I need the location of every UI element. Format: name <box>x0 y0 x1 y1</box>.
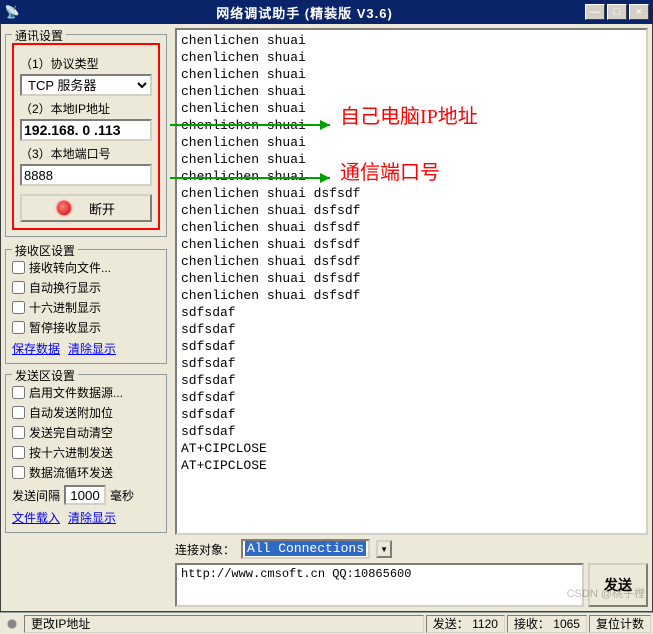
comm-settings-group: 通讯设置 （1）协议类型 TCP 服务器 （2）本地IP地址 （3）本地端口号 … <box>5 34 167 237</box>
app-icon: 📡 <box>4 4 20 20</box>
maximize-button[interactable]: □ <box>607 4 627 20</box>
status-dot-icon <box>57 201 71 215</box>
watermark: CSDN @桃子樘 <box>567 585 645 601</box>
ip-input[interactable] <box>20 119 152 141</box>
titlebar: 📡 网络调试助手 (精装版 V3.6) — □ × <box>0 0 653 24</box>
conn-select[interactable]: All Connections <box>241 539 370 559</box>
interval-unit: 毫秒 <box>110 487 134 504</box>
port-label: （3）本地端口号 <box>20 145 152 162</box>
status-changeip[interactable]: 更改IP地址 <box>24 615 424 633</box>
tx-settings-group: 发送区设置 启用文件数据源... 自动发送附加位 发送完自动清空 按十六进制发送… <box>5 374 167 533</box>
tx-hex-checkbox[interactable] <box>12 446 25 459</box>
status-reset[interactable]: 复位计数 <box>589 615 651 633</box>
conn-dropdown-icon[interactable]: ▼ <box>376 540 392 558</box>
tx-filesrc-checkbox[interactable] <box>12 386 25 399</box>
minimize-button[interactable]: — <box>585 4 605 20</box>
close-button[interactable]: × <box>629 4 649 20</box>
status-bar: 更改IP地址 发送： 1120 接收： 1065 复位计数 <box>0 612 653 634</box>
protocol-label: （1）协议类型 <box>20 55 152 72</box>
rx-to-file-checkbox[interactable] <box>12 261 25 274</box>
tx-autoclr-checkbox[interactable] <box>12 426 25 439</box>
left-panel: 通讯设置 （1）协议类型 TCP 服务器 （2）本地IP地址 （3）本地端口号 … <box>1 24 171 611</box>
gear-icon[interactable] <box>4 616 20 632</box>
interval-label: 发送间隔 <box>12 487 60 504</box>
rx-clear-link[interactable]: 清除显示 <box>68 340 116 357</box>
send-input[interactable]: http://www.cmsoft.cn QQ:10865600 <box>175 563 584 607</box>
rx-save-link[interactable]: 保存数据 <box>12 340 60 357</box>
status-recv: 接收： 1065 <box>507 615 587 633</box>
disconnect-button[interactable]: 断开 <box>20 194 152 222</box>
right-panel: chenlichen shuai chenlichen shuai chenli… <box>171 24 652 611</box>
rx-legend: 接收区设置 <box>12 242 78 259</box>
tx-loop-checkbox[interactable] <box>12 466 25 479</box>
rx-hex-checkbox[interactable] <box>12 301 25 314</box>
tx-clear-link[interactable]: 清除显示 <box>68 509 116 526</box>
log-textarea[interactable]: chenlichen shuai chenlichen shuai chenli… <box>175 28 648 535</box>
tx-legend: 发送区设置 <box>12 367 78 384</box>
tx-fileload-link[interactable]: 文件载入 <box>12 509 60 526</box>
protocol-select[interactable]: TCP 服务器 <box>20 74 152 96</box>
comm-legend: 通讯设置 <box>12 27 66 44</box>
interval-input[interactable] <box>64 485 106 505</box>
highlight-box: （1）协议类型 TCP 服务器 （2）本地IP地址 （3）本地端口号 断开 <box>12 43 160 230</box>
port-input[interactable] <box>20 164 152 186</box>
rx-autowrap-checkbox[interactable] <box>12 281 25 294</box>
ip-label: （2）本地IP地址 <box>20 100 152 117</box>
status-sent: 发送： 1120 <box>426 615 505 633</box>
window-title: 网络调试助手 (精装版 V3.6) <box>24 3 585 22</box>
rx-settings-group: 接收区设置 接收转向文件... 自动换行显示 十六进制显示 暂停接收显示 保存数… <box>5 249 167 364</box>
tx-autoappend-checkbox[interactable] <box>12 406 25 419</box>
conn-label: 连接对象： <box>175 541 235 558</box>
disconnect-label: 断开 <box>89 199 115 218</box>
rx-pause-checkbox[interactable] <box>12 321 25 334</box>
